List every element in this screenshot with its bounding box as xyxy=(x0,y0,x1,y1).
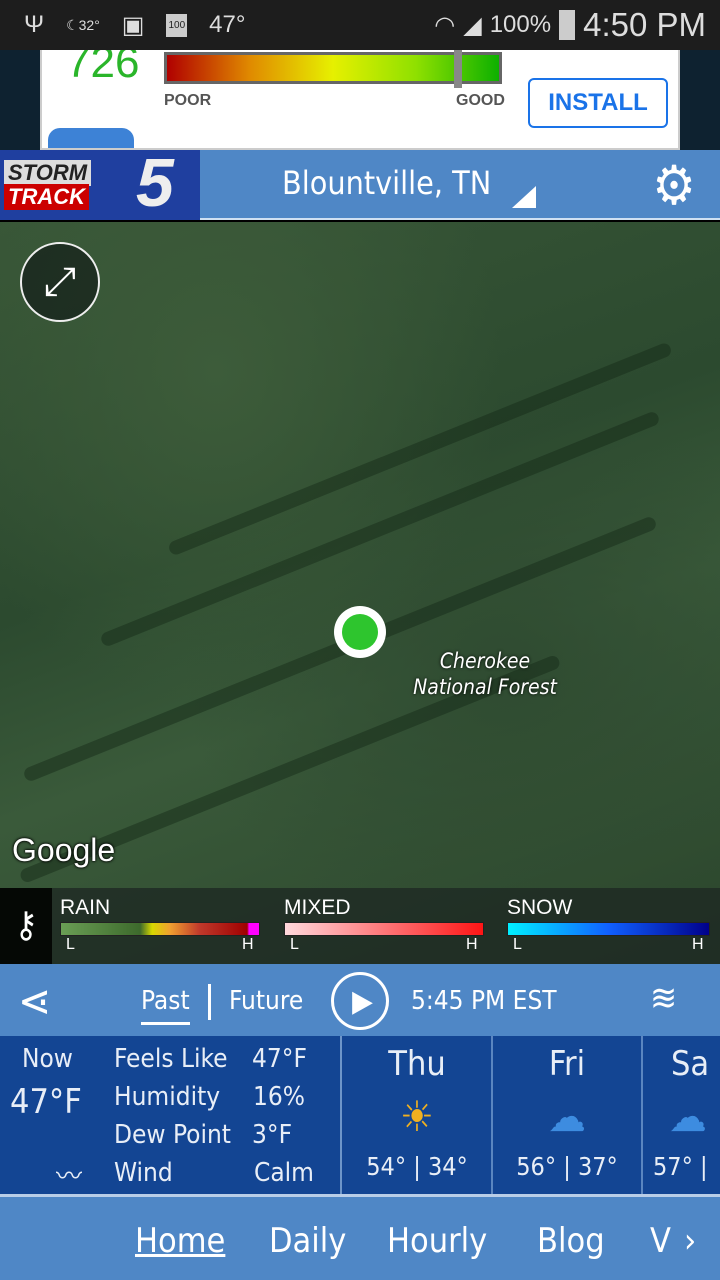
ad-banner[interactable]: 726 POOR GOOD INSTALL xyxy=(0,50,720,150)
divider xyxy=(208,984,211,1020)
bottom-nav: Home Daily Hourly Blog V › xyxy=(0,1194,720,1280)
nav-hourly[interactable]: Hourly xyxy=(387,1221,487,1261)
current-temp: 47°F xyxy=(10,1082,82,1122)
forecast-day[interactable]: Sa ☁ 57° | xyxy=(643,1036,720,1194)
nav-home[interactable]: Home xyxy=(135,1221,225,1261)
status-bar: Ψ ☾32° ▣ 100 47° ◠ ◢ 100% 4:50 PM xyxy=(0,0,720,50)
wind-icon: 〰 xyxy=(56,1162,83,1192)
tab-future[interactable]: Future xyxy=(229,986,303,1016)
ad-score-gauge xyxy=(164,52,502,84)
ad-card[interactable]: 726 POOR GOOD INSTALL xyxy=(40,50,680,150)
radar-controls: ⋖ Past Future ▶ 5:45 PM EST ≋ xyxy=(0,964,720,1036)
battery-icon xyxy=(559,10,576,40)
legend-mixed: MIXED xyxy=(284,896,351,919)
snow-low: L xyxy=(513,936,522,953)
nav-blog[interactable]: Blog xyxy=(537,1221,605,1261)
snow-high: H xyxy=(692,936,704,953)
location-marker[interactable] xyxy=(334,606,386,658)
signal-icon: ◢ xyxy=(463,11,482,39)
mixed-high: H xyxy=(466,936,478,953)
battery-percent: 100% xyxy=(489,11,552,38)
legend-rain: RAIN xyxy=(60,896,111,919)
dew-point-label: Dew Point xyxy=(114,1120,231,1150)
tab-past[interactable]: Past xyxy=(141,986,190,1025)
gear-icon[interactable]: ⚙ xyxy=(648,159,700,213)
map-label: Cherokee National Forest xyxy=(413,649,557,699)
install-button[interactable]: INSTALL xyxy=(528,78,668,128)
play-button[interactable]: ▶ xyxy=(331,972,389,1030)
high-low: 54° | 34° xyxy=(366,1152,468,1181)
high-low: 56° | 37° xyxy=(516,1152,618,1181)
feels-like-label: Feels Like xyxy=(114,1044,228,1074)
dropdown-triangle-icon[interactable] xyxy=(512,186,536,208)
layers-icon[interactable]: ≋ xyxy=(650,978,677,1019)
humidity-value: 16% xyxy=(253,1082,305,1112)
share-icon[interactable]: ⋖ xyxy=(18,976,51,1027)
day-name: Sa xyxy=(671,1044,710,1084)
ad-credit-score: 726 xyxy=(66,50,140,87)
fullscreen-expand-icon[interactable]: ⤢ xyxy=(20,242,100,322)
legend-snow: SNOW xyxy=(507,896,573,919)
nav-daily[interactable]: Daily xyxy=(269,1221,346,1261)
usb-icon: Ψ xyxy=(24,11,45,38)
storm-track-5-logo: STORM TRACK 5 xyxy=(0,145,200,221)
rain-cloud-icon: ☁ xyxy=(669,1092,707,1141)
humidity-label: Humidity xyxy=(114,1082,221,1112)
moon-weather-icon: ☾32° xyxy=(66,16,100,33)
ad-gauge-needle xyxy=(454,50,463,88)
radar-timestamp: 5:45 PM EST xyxy=(411,986,557,1016)
battery-widget-icon: 100 xyxy=(166,13,188,37)
now-label: Now xyxy=(22,1044,73,1074)
temperature: 47° xyxy=(209,11,246,38)
conditions-panel: Now 47°F Feels Like 47°F Humidity 16% De… xyxy=(0,1036,720,1194)
clock: 4:50 PM xyxy=(583,6,706,43)
sun-icon: ☀ xyxy=(400,1092,434,1141)
feels-like-value: 47°F xyxy=(252,1044,307,1074)
key-icon[interactable]: ⚷ xyxy=(0,888,52,964)
wind-value: Calm xyxy=(254,1158,314,1188)
high-low: 57° | xyxy=(653,1152,708,1181)
forecast-day[interactable]: Thu ☀ 54° | 34° xyxy=(343,1036,493,1194)
ad-app-icon xyxy=(48,128,134,148)
precipitation-legend: ⚷ RAIN L H MIXED L H SNOW L H xyxy=(0,888,720,964)
nav-more[interactable]: V xyxy=(650,1221,671,1261)
rain-low: L xyxy=(66,936,75,953)
ad-poor-label: POOR xyxy=(164,92,212,109)
radar-map[interactable]: ⤢ Cherokee National Forest Google xyxy=(0,222,720,964)
chevron-right-icon[interactable]: › xyxy=(684,1221,696,1261)
mixed-scale-bar xyxy=(284,922,484,936)
google-attribution: Google xyxy=(12,832,116,868)
current-conditions[interactable]: Now 47°F Feels Like 47°F Humidity 16% De… xyxy=(0,1036,342,1194)
wifi-icon: ◠ xyxy=(434,11,456,39)
ad-good-label: GOOD xyxy=(456,92,505,109)
snow-scale-bar xyxy=(507,922,710,936)
day-name: Fri xyxy=(548,1044,586,1084)
wind-label: Wind xyxy=(114,1158,173,1188)
day-name: Thu xyxy=(388,1044,446,1084)
rain-cloud-icon: ☁ xyxy=(548,1092,586,1141)
forecast-day[interactable]: Fri ☁ 56° | 37° xyxy=(493,1036,643,1194)
rain-high: H xyxy=(242,936,254,953)
mixed-low: L xyxy=(290,936,299,953)
location-selector[interactable]: Blountville, TN xyxy=(282,164,491,202)
dew-point-value: 3°F xyxy=(252,1120,293,1150)
app-header: STORM TRACK 5 Blountville, TN ⚙ xyxy=(0,145,720,221)
image-icon: ▣ xyxy=(121,11,145,39)
rain-scale-bar xyxy=(60,922,260,936)
